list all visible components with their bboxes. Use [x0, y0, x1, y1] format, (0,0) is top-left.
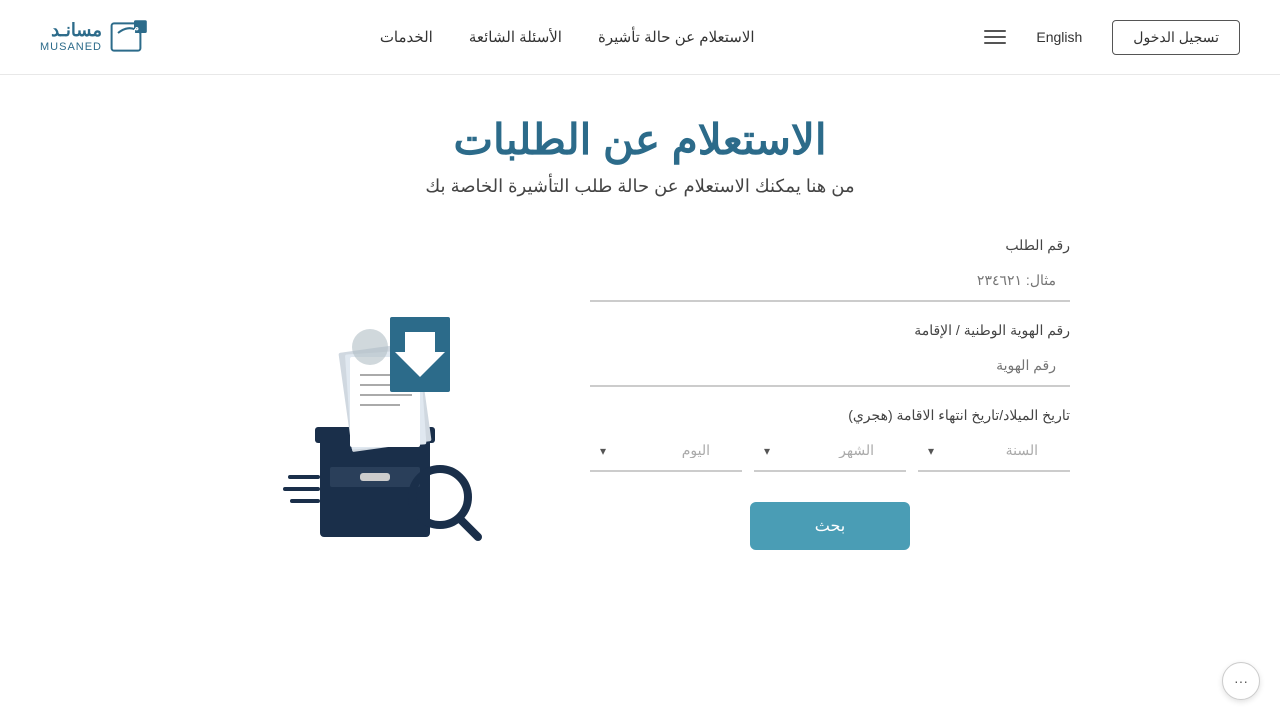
logo: م مسانـد MUSANED — [40, 17, 150, 57]
year-select[interactable]: السنة144014411442144314441445 — [918, 430, 1070, 472]
illustration-section — [210, 237, 530, 557]
page-subtitle: من هنا يمكنك الاستعلام عن حالة طلب التأش… — [60, 176, 1220, 197]
id-number-group: رقم الهوية الوطنية / الإقامة — [590, 322, 1070, 387]
main-nav: الاستعلام عن حالة تأشيرة الأسئلة الشائعة… — [380, 28, 755, 46]
hamburger-menu-button[interactable] — [984, 30, 1006, 44]
month-select[interactable]: الشهر123456789101112 — [754, 430, 906, 472]
logo-latin-text: MUSANED — [40, 41, 102, 53]
header-right-section: تسجيل الدخول English — [984, 20, 1240, 55]
svg-text:م: م — [133, 23, 139, 34]
site-header: تسجيل الدخول English الاستعلام عن حالة ت… — [0, 0, 1280, 75]
date-label: تاريخ الميلاد/تاريخ انتهاء الاقامة (هجري… — [590, 407, 1070, 424]
hamburger-line-3 — [984, 42, 1006, 44]
request-number-group: رقم الطلب — [590, 237, 1070, 302]
day-wrapper: اليوم12345678910111213141516171819202122… — [590, 430, 742, 472]
content-area: رقم الطلب رقم الهوية الوطنية / الإقامة ت… — [90, 237, 1190, 557]
date-group: تاريخ الميلاد/تاريخ انتهاء الاقامة (هجري… — [590, 407, 1070, 472]
id-number-input[interactable] — [590, 345, 1070, 387]
logo-text-area: مسانـد MUSANED — [40, 21, 102, 53]
chat-bubble-button[interactable]: ··· — [1222, 662, 1260, 700]
year-wrapper: السنة144014411442144314441445 ▾ — [918, 430, 1070, 472]
logo-icon: م — [110, 17, 150, 57]
login-button[interactable]: تسجيل الدخول — [1112, 20, 1240, 55]
page-title-section: الاستعلام عن الطلبات من هنا يمكنك الاستع… — [60, 115, 1220, 197]
logo-arabic-text: مسانـد — [40, 21, 102, 41]
header-logo-area: م مسانـد MUSANED — [40, 17, 150, 57]
nav-item-visa-status[interactable]: الاستعلام عن حالة تأشيرة — [598, 28, 755, 46]
inquiry-form: رقم الطلب رقم الهوية الوطنية / الإقامة ت… — [590, 237, 1070, 550]
month-wrapper: الشهر123456789101112 ▾ — [754, 430, 906, 472]
id-number-label: رقم الهوية الوطنية / الإقامة — [590, 322, 1070, 339]
search-button[interactable]: بحث — [750, 502, 910, 550]
date-row: السنة144014411442144314441445 ▾ الشهر123… — [590, 430, 1070, 472]
language-switch-button[interactable]: English — [1036, 29, 1082, 45]
nav-item-faq[interactable]: الأسئلة الشائعة — [469, 28, 562, 46]
chat-dots-icon: ··· — [1234, 673, 1248, 689]
request-number-label: رقم الطلب — [590, 237, 1070, 254]
hamburger-line-2 — [984, 36, 1006, 38]
request-number-input[interactable] — [590, 260, 1070, 302]
day-select[interactable]: اليوم12345678910111213141516171819202122… — [590, 430, 742, 472]
page-title: الاستعلام عن الطلبات — [60, 115, 1220, 164]
hamburger-line-1 — [984, 30, 1006, 32]
filing-illustration — [230, 257, 510, 557]
nav-item-services[interactable]: الخدمات — [380, 28, 433, 46]
main-content: الاستعلام عن الطلبات من هنا يمكنك الاستع… — [0, 75, 1280, 597]
